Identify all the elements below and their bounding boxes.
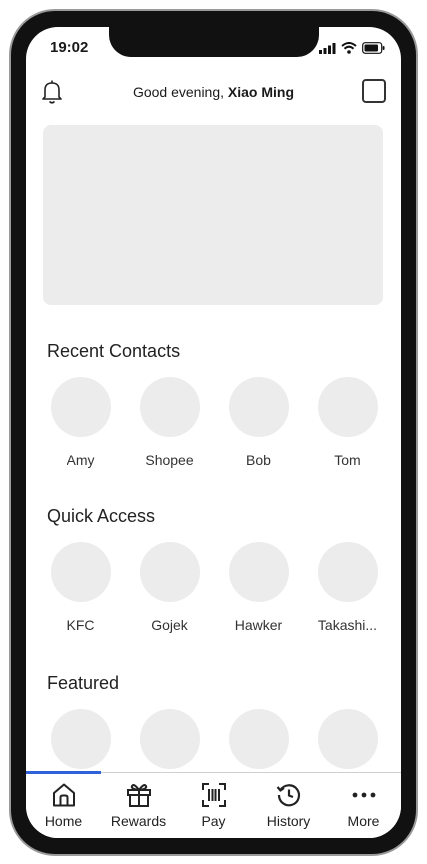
contact-avatar: [228, 377, 289, 437]
contact-avatar: [50, 377, 111, 437]
status-time: 19:02: [50, 39, 89, 56]
tab-more[interactable]: More: [326, 773, 401, 838]
tab-label: Home: [44, 813, 83, 829]
featured-item[interactable]: [303, 709, 392, 769]
status-bar: 19:02: [26, 27, 401, 67]
featured-title: Featured: [47, 673, 120, 693]
quick-access-item[interactable]: Gojek: [125, 542, 214, 633]
quick-access-title: Quick Access: [47, 506, 156, 526]
status-icons: [319, 41, 385, 55]
contact-label: Tom: [334, 452, 361, 468]
wifi-icon: [341, 42, 357, 54]
featured-item[interactable]: [125, 709, 214, 769]
contact-avatar: [139, 377, 200, 437]
recent-contacts-row: Amy Shopee Bob Tom: [26, 377, 401, 468]
app-screen: 19:02 Good evening, Xiao Ming Recent Con…: [26, 27, 401, 838]
gift-icon: [126, 784, 151, 807]
tab-pay[interactable]: Pay: [176, 773, 251, 838]
contact-item[interactable]: Tom: [303, 377, 392, 468]
quick-access-logo: [317, 542, 378, 602]
quick-access-label: KFC: [66, 617, 95, 633]
greeting-text: Good evening, Xiao Ming: [26, 84, 401, 100]
quick-access-logo: [50, 542, 111, 602]
featured-logo: [50, 709, 111, 769]
tab-rewards[interactable]: Rewards: [101, 773, 176, 838]
featured-logo: [228, 709, 289, 769]
greeting-prefix: Good evening,: [132, 84, 228, 100]
tab-label: History: [266, 813, 311, 829]
recent-contacts-title: Recent Contacts: [47, 341, 181, 361]
featured-logo: [317, 709, 378, 769]
quick-access-label: Takashi...: [317, 617, 378, 633]
user-name: Xiao Ming: [227, 84, 295, 100]
quick-access-item[interactable]: Hawker: [214, 542, 303, 633]
quick-access-row: KFC Gojek Hawker Takashi...: [26, 542, 401, 633]
tab-label: Rewards: [110, 813, 167, 829]
contact-label: Bob: [246, 452, 271, 468]
contact-label: Shopee: [145, 452, 194, 468]
scan-button[interactable]: [362, 79, 386, 103]
featured-row: [26, 709, 401, 769]
contact-item[interactable]: Amy: [36, 377, 125, 468]
signal-icon: [319, 42, 336, 54]
app-header: Good evening, Xiao Ming: [26, 73, 401, 113]
quick-access-item[interactable]: Takashi...: [303, 542, 392, 633]
quick-access-label: Hawker: [234, 617, 283, 633]
contact-label: Amy: [66, 452, 95, 468]
scan-pay-icon: [201, 783, 226, 807]
tab-home[interactable]: Home: [26, 773, 101, 838]
contact-item[interactable]: Bob: [214, 377, 303, 468]
contact-avatar: [317, 377, 378, 437]
promo-banner[interactable]: [43, 125, 383, 305]
featured-item[interactable]: [36, 709, 125, 769]
contact-item[interactable]: Shopee: [125, 377, 214, 468]
quick-access-logo: [228, 542, 289, 602]
quick-access-item[interactable]: KFC: [36, 542, 125, 633]
tab-history[interactable]: History: [251, 773, 326, 838]
battery-icon: [362, 42, 385, 54]
quick-access-label: Gojek: [151, 617, 188, 633]
home-icon: [52, 783, 75, 807]
quick-access-logo: [139, 542, 200, 602]
featured-item[interactable]: [214, 709, 303, 769]
tab-label: More: [347, 813, 380, 829]
history-icon: [276, 784, 300, 807]
more-icon: [352, 792, 375, 798]
tab-label: Pay: [201, 813, 226, 829]
bottom-tab-bar: Home Rewards Pay History More: [26, 771, 401, 838]
featured-logo: [139, 709, 200, 769]
